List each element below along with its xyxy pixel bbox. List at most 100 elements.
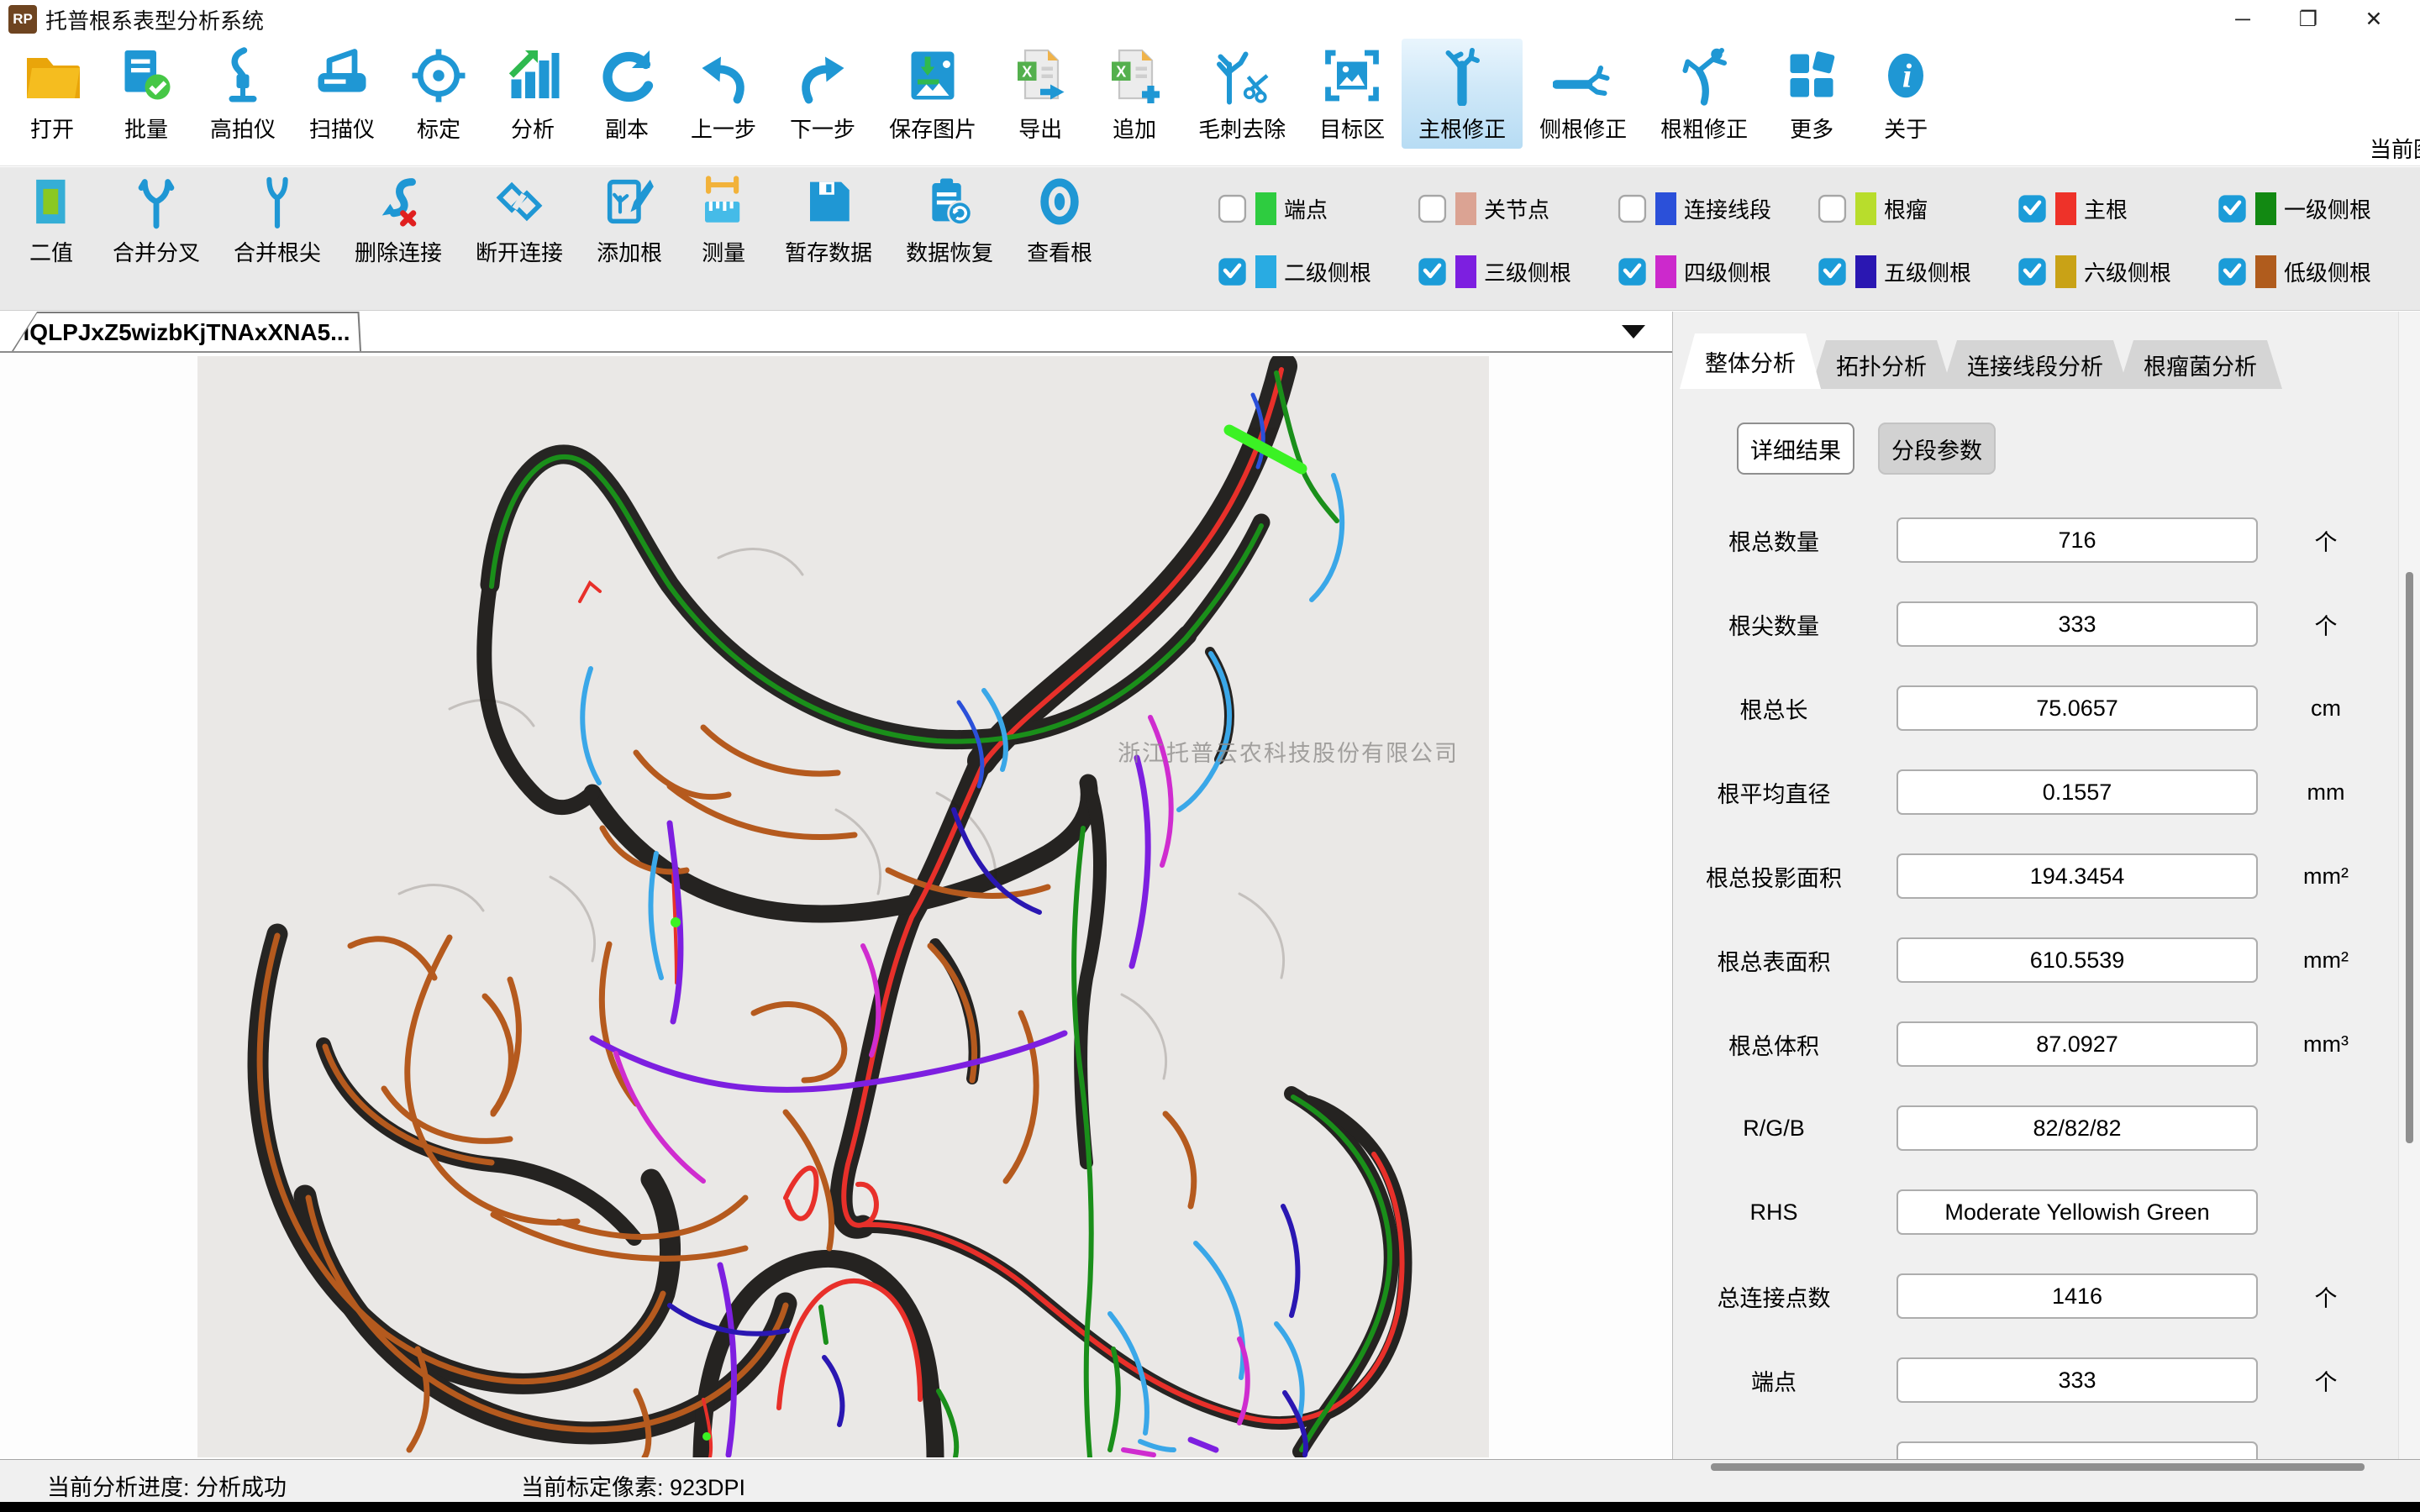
toolbar-button-root-width-fix[interactable]: 根粗修正	[1644, 39, 1765, 149]
toolbar-button-open[interactable]: 打开	[5, 39, 99, 149]
legend-item[interactable]: 四级侧根	[1617, 255, 1817, 288]
toolbar-button-calibration[interactable]: 标定	[392, 39, 486, 149]
color-swatch	[1455, 192, 1476, 225]
field-label: 端点	[1673, 1364, 1875, 1397]
checked-checkbox-icon[interactable]	[2217, 256, 2248, 287]
field-value-input[interactable]: 87.0927	[1897, 1021, 2258, 1067]
toolbar-button-binary[interactable]: 二值	[7, 167, 96, 272]
close-button[interactable]: ✕	[2341, 1, 2407, 38]
field-value-input[interactable]: Moderate Yellowish Green	[1897, 1189, 2258, 1235]
view-button[interactable]: 分段参数	[1878, 423, 1996, 475]
window-controls: ─ ❐ ✕	[2210, 0, 2407, 39]
window-title: 托普根系表型分析系统	[45, 4, 264, 35]
legend-item[interactable]: 主根	[2017, 192, 2217, 225]
toolbar-button-duplicate[interactable]: 副本	[580, 39, 674, 149]
toolbar-button-export[interactable]: X导出	[993, 39, 1087, 149]
field-row: RHSModerate Yellowish Green	[1673, 1170, 2420, 1254]
toolbar-button-stash-data[interactable]: 暂存数据	[768, 167, 889, 272]
toolbar-button-label: 根粗修正	[1660, 113, 1748, 144]
toolbar-button-undo[interactable]: 上一步	[674, 39, 773, 149]
toolbar-button-main-root-fix[interactable]: 主根修正	[1402, 39, 1523, 149]
legend-item[interactable]: 二级侧根	[1217, 255, 1417, 288]
minimize-button[interactable]: ─	[2210, 1, 2275, 38]
field-value-input[interactable]: 0.1557	[1897, 769, 2258, 815]
color-swatch	[1255, 255, 1276, 288]
field-label: 根总长	[1673, 692, 1875, 725]
screen-bottom-edge	[0, 1502, 2420, 1512]
unchecked-checkbox-icon[interactable]	[1617, 193, 1648, 224]
color-swatch	[1855, 192, 1876, 225]
restore-button[interactable]: ❐	[2275, 1, 2341, 38]
toolbar-button-scanner[interactable]: 扫描仪	[292, 39, 392, 149]
duplicate-icon	[597, 45, 657, 106]
toolbar-button-target-area[interactable]: 目标区	[1302, 39, 1402, 149]
field-value-input[interactable]: 82/82/82	[1897, 1105, 2258, 1151]
toolbar-button-lateral-root-fix[interactable]: 侧根修正	[1523, 39, 1644, 149]
legend-item[interactable]: 根瘤	[1817, 192, 2017, 225]
root-scan-image[interactable]: 浙江托普云农科技股份有限公司	[197, 356, 1489, 1457]
legend-item[interactable]: 关节点	[1417, 192, 1617, 225]
tab-list-dropdown-icon[interactable]	[1622, 325, 1645, 339]
toolbar-button-restore-data[interactable]: 数据恢复	[889, 167, 1010, 272]
view-button[interactable]: 详细结果	[1737, 423, 1854, 475]
analysis-tab[interactable]: 连接线段分析	[1942, 340, 2128, 389]
toolbar-button-about[interactable]: i关于	[1859, 39, 1953, 149]
analysis-tab[interactable]: 根瘤菌分析	[2118, 340, 2282, 389]
restore-data-icon	[922, 174, 977, 229]
toolbar-button-doc-camera[interactable]: 高拍仪	[193, 39, 292, 149]
checked-checkbox-icon[interactable]	[1817, 256, 1848, 287]
field-unit: 个	[2280, 524, 2372, 557]
toolbar-button-merge-tip[interactable]: 合并根尖	[217, 167, 338, 272]
toolbar-button-add-root[interactable]: 添加根	[580, 167, 679, 272]
checked-checkbox-icon[interactable]	[2217, 193, 2248, 224]
color-swatch	[2255, 255, 2276, 288]
legend-item[interactable]: 五级侧根	[1817, 255, 2017, 288]
field-value-input[interactable]: 75.0657	[1897, 685, 2258, 731]
panel-vertical-scrollbar[interactable]	[2398, 312, 2420, 1459]
toolbar-button-redo[interactable]: 下一步	[773, 39, 872, 149]
unchecked-checkbox-icon[interactable]	[1817, 193, 1848, 224]
field-value-input[interactable]: 716	[1897, 517, 2258, 563]
analysis-tab[interactable]: 拓扑分析	[1811, 340, 1952, 389]
panel-horizontal-scrollbar-thumb[interactable]	[1711, 1463, 2365, 1471]
color-swatch	[1455, 255, 1476, 288]
legend-item[interactable]: 一级侧根	[2217, 192, 2417, 225]
field-value-input[interactable]: 1416	[1897, 1273, 2258, 1319]
unchecked-checkbox-icon[interactable]	[1217, 193, 1248, 224]
legend-label: 根瘤	[1884, 193, 1928, 224]
app-logo-icon: RP	[8, 5, 37, 34]
document-tab[interactable]: lQLPJxZ5wizbKjTNAxXNA5...	[12, 312, 361, 351]
field-value-input[interactable]: 610.5539	[1897, 937, 2258, 983]
toolbar-button-delete-link[interactable]: 删除连接	[338, 167, 459, 272]
field-value-input[interactable]: 333	[1897, 1357, 2258, 1403]
checked-checkbox-icon[interactable]	[1217, 256, 1248, 287]
checked-checkbox-icon[interactable]	[2017, 193, 2048, 224]
legend-item[interactable]: 低级侧根	[2217, 255, 2417, 288]
field-value-input[interactable]	[1897, 1441, 2258, 1459]
toolbar-button-batch[interactable]: 批量	[99, 39, 193, 149]
toolbar-button-analysis[interactable]: 分析	[486, 39, 580, 149]
doc-camera-icon	[213, 45, 273, 106]
analysis-tab[interactable]: 整体分析	[1680, 333, 1821, 389]
toolbar-button-more[interactable]: 更多	[1765, 39, 1859, 149]
field-value-input[interactable]: 333	[1897, 601, 2258, 647]
checked-checkbox-icon[interactable]	[2017, 256, 2048, 287]
toolbar-button-view-root[interactable]: 查看根	[1010, 167, 1109, 272]
legend-item[interactable]: 连接线段	[1617, 192, 1817, 225]
field-value-input[interactable]: 194.3454	[1897, 853, 2258, 899]
toolbar-button-append[interactable]: X追加	[1087, 39, 1181, 149]
checked-checkbox-icon[interactable]	[1617, 256, 1648, 287]
toolbar-button-deburr[interactable]: 毛刺去除	[1181, 39, 1302, 149]
unchecked-checkbox-icon[interactable]	[1417, 193, 1448, 224]
checked-checkbox-icon[interactable]	[1417, 256, 1448, 287]
root-trace-drawing: 浙江托普云农科技股份有限公司	[197, 356, 1489, 1457]
field-row: 根尖数量333个	[1673, 582, 2420, 666]
toolbar-button-measure[interactable]: 测量	[679, 167, 768, 272]
toolbar-button-break-link[interactable]: 断开连接	[459, 167, 580, 272]
toolbar-button-save-image[interactable]: 保存图片	[872, 39, 993, 149]
vertical-scrollbar-thumb[interactable]	[2406, 572, 2413, 1143]
legend-item[interactable]: 端点	[1217, 192, 1417, 225]
toolbar-button-merge-fork[interactable]: 合并分叉	[96, 167, 217, 272]
legend-item[interactable]: 六级侧根	[2017, 255, 2217, 288]
legend-item[interactable]: 三级侧根	[1417, 255, 1617, 288]
